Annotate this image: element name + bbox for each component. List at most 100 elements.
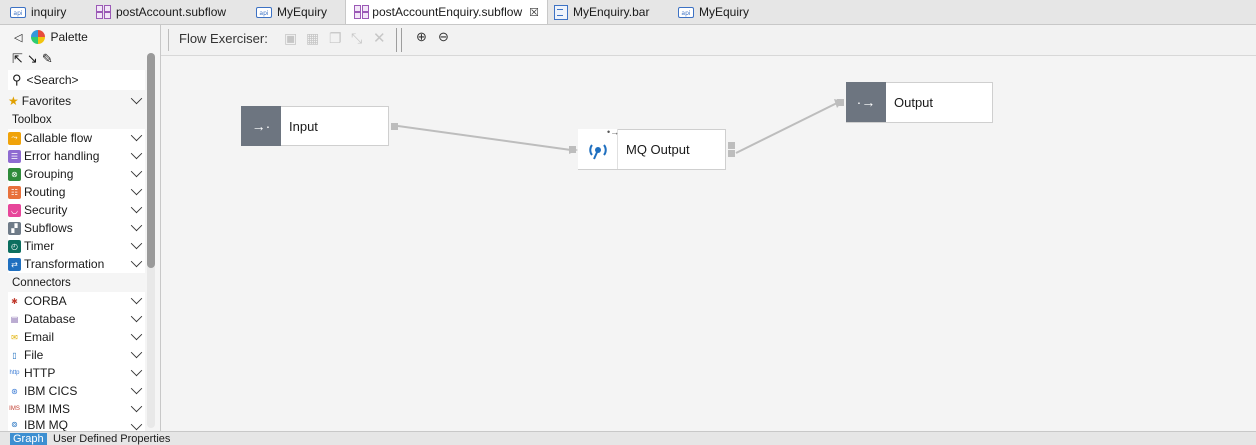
palette-item-security[interactable]: ◡ Security bbox=[8, 201, 145, 219]
chevron-down-icon[interactable] bbox=[130, 382, 143, 395]
subflow-icon bbox=[96, 5, 111, 19]
palette-item-database[interactable]: ▤ Database bbox=[8, 310, 145, 328]
tab-myequiry-2[interactable]: api MyEquiry bbox=[670, 0, 757, 24]
collapse-arrow-icon[interactable]: ◁ bbox=[14, 31, 22, 44]
stop-exerciser-icon[interactable]: ✕ bbox=[373, 29, 386, 47]
chevron-down-icon[interactable] bbox=[130, 364, 143, 377]
palette-item-transformation[interactable]: ⇄ Transformation bbox=[8, 255, 145, 273]
subflow-icon: ▞ bbox=[8, 221, 21, 235]
select-tool-icon[interactable]: ⇱ bbox=[12, 51, 23, 67]
flow-canvas[interactable]: →· Input •→ MQ Output ·→ Output bbox=[161, 56, 1256, 431]
chevron-down-icon[interactable] bbox=[130, 418, 143, 431]
chevron-down-icon[interactable] bbox=[130, 328, 143, 341]
chevron-down-icon[interactable] bbox=[130, 183, 143, 196]
subflow-icon bbox=[354, 5, 369, 19]
edit-tool-icon[interactable]: ✎ bbox=[42, 51, 53, 67]
send-message-icon[interactable]: ▦ bbox=[306, 30, 319, 47]
chevron-down-icon[interactable] bbox=[130, 165, 143, 178]
palette-item-ibm-cics[interactable]: ⊛ IBM CICS bbox=[8, 382, 145, 400]
output-terminal[interactable] bbox=[391, 123, 398, 130]
item-label: Database bbox=[24, 312, 76, 326]
shield-icon: ◡ bbox=[8, 203, 21, 217]
palette-item-http[interactable]: http HTTP bbox=[8, 364, 145, 382]
api-icon: api bbox=[10, 6, 26, 18]
palette-icon bbox=[31, 30, 46, 44]
palette-item-routing[interactable]: ☷ Routing bbox=[8, 183, 145, 201]
envelope-icon: ✉ bbox=[11, 332, 18, 342]
node-input[interactable]: →· Input bbox=[241, 105, 389, 146]
palette-item-email[interactable]: ✉ Email bbox=[8, 328, 145, 346]
connection-mq-to-output bbox=[735, 102, 838, 154]
item-label: Security bbox=[24, 203, 68, 217]
palette-item-timer[interactable]: ◴ Timer bbox=[8, 237, 145, 255]
chevron-down-icon[interactable] bbox=[130, 129, 143, 142]
palette-item-ibm-ims[interactable]: IMS IBM IMS bbox=[8, 400, 145, 418]
item-label: IBM MQ bbox=[24, 418, 68, 431]
tab-myequiry[interactable]: api MyEquiry bbox=[248, 0, 335, 24]
scrollbar-thumb[interactable] bbox=[147, 53, 155, 268]
tab-user-defined-properties[interactable]: User Defined Properties bbox=[50, 433, 173, 445]
palette-item-error-handling[interactable]: ☰ Error handling bbox=[8, 147, 145, 165]
palette-scrollbar[interactable] bbox=[147, 53, 155, 428]
http-icon: http bbox=[9, 370, 20, 376]
tab-label: inquiry bbox=[31, 5, 67, 19]
toolbar-separator bbox=[401, 28, 402, 52]
toolbar-separator bbox=[396, 28, 397, 52]
failure-terminal[interactable] bbox=[728, 150, 735, 157]
api-icon: api bbox=[256, 6, 272, 18]
connection-input-to-mq bbox=[397, 125, 572, 151]
chevron-down-icon[interactable] bbox=[130, 292, 143, 305]
palette-item-subflows[interactable]: ▞ Subflows bbox=[8, 219, 145, 237]
path-icon[interactable]: ⤡ bbox=[351, 30, 362, 47]
chevron-down-icon[interactable] bbox=[130, 310, 143, 323]
search-input[interactable]: <Search> bbox=[27, 73, 79, 87]
palette-item-callable-flow[interactable]: ⤳ Callable flow bbox=[8, 129, 145, 147]
node-label: Input bbox=[289, 118, 318, 134]
editor-tab-bar: api inquiry postAccount.subflow api MyEq… bbox=[0, 0, 1256, 25]
node-mq-output[interactable]: •→ MQ Output bbox=[578, 127, 726, 170]
output-terminal[interactable] bbox=[728, 142, 735, 149]
favorites-drawer[interactable]: ★ Favorites bbox=[8, 92, 145, 110]
close-icon[interactable]: ☒ bbox=[529, 6, 539, 19]
palette-item-file[interactable]: ▯ File bbox=[8, 346, 145, 364]
chevron-down-icon[interactable] bbox=[130, 219, 143, 232]
chevron-down-icon[interactable] bbox=[130, 92, 143, 105]
grouping-icon: ⊗ bbox=[8, 167, 21, 181]
palette-title: Palette bbox=[50, 30, 88, 44]
node-output[interactable]: ·→ Output bbox=[846, 82, 993, 123]
palette-item-ibm-mq[interactable]: ⊚ IBM MQ bbox=[8, 418, 145, 431]
chevron-down-icon[interactable] bbox=[130, 346, 143, 359]
chevron-down-icon[interactable] bbox=[130, 400, 143, 413]
palette-item-corba[interactable]: ✱ CORBA bbox=[8, 292, 145, 310]
item-label: IBM IMS bbox=[24, 402, 71, 416]
connection-tool-icon[interactable]: ↘ bbox=[27, 51, 38, 67]
input-terminal[interactable] bbox=[837, 99, 844, 106]
recorded-messages-icon[interactable]: ❐ bbox=[329, 30, 342, 47]
palette-item-grouping[interactable]: ⊗ Grouping bbox=[8, 165, 145, 183]
chevron-down-icon[interactable] bbox=[130, 201, 143, 214]
palette-tools: ⇱ ↘ ✎ bbox=[0, 51, 157, 67]
tab-myenquiry-bar[interactable]: MyEnquiry.bar bbox=[546, 0, 657, 24]
tab-graph[interactable]: Graph bbox=[10, 433, 47, 445]
palette-panel: ◁ Palette ⇱ ↘ ✎ ⚲ <Search> ★ Favorites T… bbox=[0, 25, 161, 431]
database-icon: ▤ bbox=[10, 314, 19, 324]
item-label: Email bbox=[24, 330, 55, 344]
tab-postaccount-subflow[interactable]: postAccount.subflow bbox=[88, 0, 234, 24]
callable-flow-icon: ⤳ bbox=[8, 131, 21, 145]
input-terminal[interactable] bbox=[569, 146, 576, 153]
tab-label: postAccountEnquiry.subflow bbox=[372, 5, 523, 19]
toolbar-separator bbox=[168, 29, 169, 51]
chevron-down-icon[interactable] bbox=[130, 255, 143, 268]
api-icon: api bbox=[678, 6, 694, 18]
file-icon: ▯ bbox=[12, 350, 17, 360]
zoom-in-icon[interactable]: ⊕ bbox=[416, 29, 427, 45]
palette-search[interactable]: ⚲ <Search> bbox=[8, 70, 145, 90]
chevron-down-icon[interactable] bbox=[130, 237, 143, 250]
tab-label: MyEquiry bbox=[699, 5, 750, 19]
item-label: Error handling bbox=[24, 149, 100, 163]
start-exerciser-icon[interactable]: ▣ bbox=[284, 30, 297, 47]
chevron-down-icon[interactable] bbox=[130, 147, 143, 160]
zoom-out-icon[interactable]: ⊖ bbox=[438, 29, 449, 45]
tab-inquiry[interactable]: api inquiry bbox=[2, 0, 74, 24]
tab-postaccountenquiry-subflow[interactable]: postAccountEnquiry.subflow ☒ bbox=[345, 0, 548, 24]
